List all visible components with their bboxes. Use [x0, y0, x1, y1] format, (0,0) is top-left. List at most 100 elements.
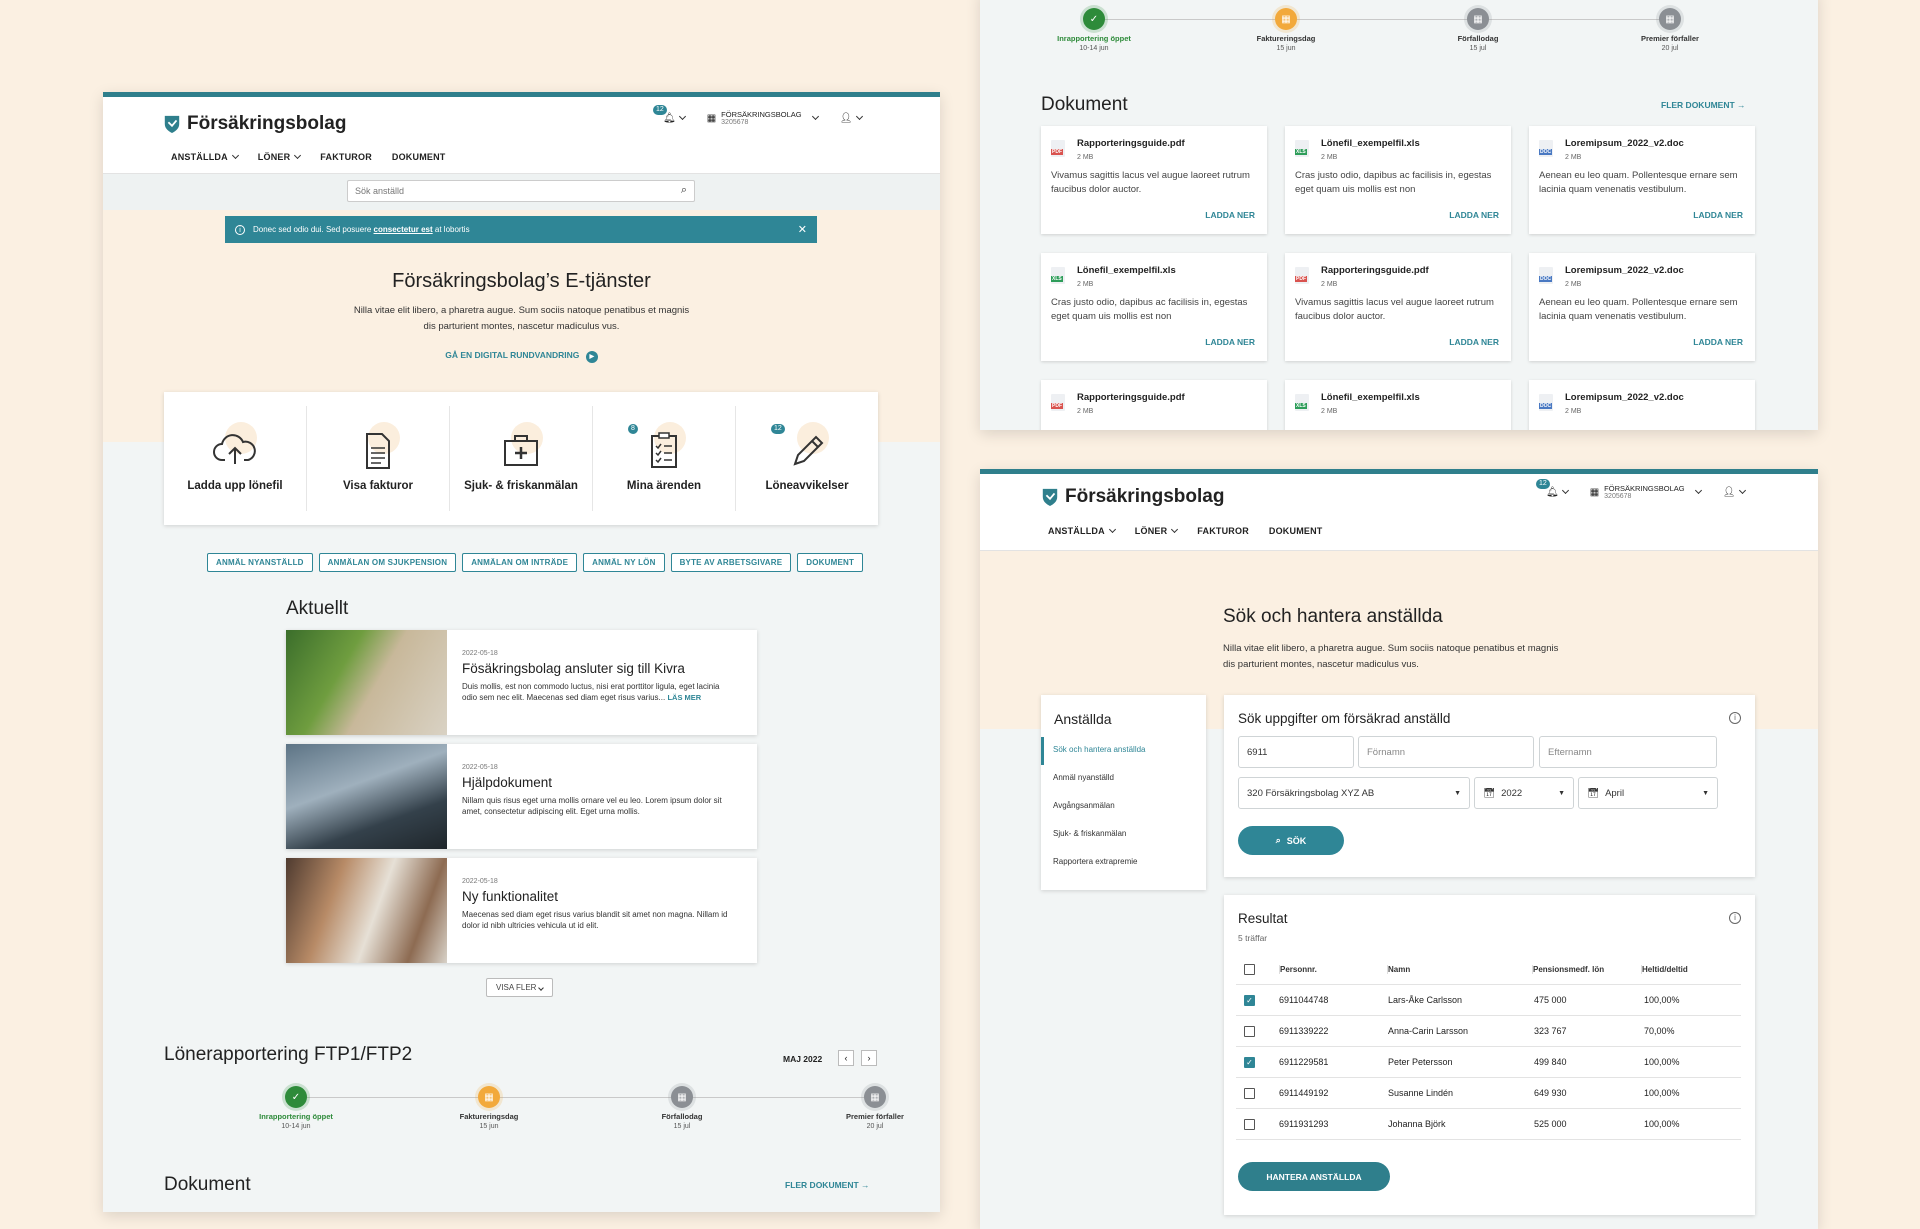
download-link[interactable]: LADDA NER [1449, 337, 1499, 347]
service-tile[interactable]: 12 Löneavvikelser [735, 406, 878, 511]
document-card[interactable]: PDF Rapporteringsguide.pdf 2 MB Vivamus sag… [1285, 253, 1511, 361]
table-row[interactable]: 6911339222 Anna-Carin Larsson 323 767 70,00… [1236, 1016, 1741, 1047]
notifications-button[interactable]: 12 🔔︎ [1536, 478, 1569, 498]
table-row[interactable]: 6911931293 Johanna Björk 525 000 100,00% [1236, 1109, 1741, 1140]
first-name-field[interactable]: Förnamn [1358, 736, 1534, 768]
documents-window: Dokument FLER DOKUMENT → PDF Rapportering… [980, 0, 1818, 430]
last-name-field[interactable]: Efternamn [1539, 736, 1717, 768]
notifications-button[interactable]: 12 🔔︎ [653, 104, 686, 124]
user-menu-button[interactable]: 👤︎ [840, 113, 864, 124]
more-documents-link[interactable]: FLER DOKUMENT → [1661, 100, 1746, 110]
personnummer-field[interactable]: 6911 [1238, 736, 1354, 768]
download-link[interactable]: LADDA NER [1205, 210, 1255, 220]
quick-link-button[interactable]: ANMÄLAN OM INTRÄDE [462, 553, 578, 572]
select-all-checkbox[interactable] [1244, 963, 1255, 975]
nav-loner[interactable]: LÖNER [1135, 525, 1179, 536]
column-header[interactable]: Namn [1387, 964, 1532, 974]
timeline-line [296, 1097, 875, 1098]
file-doc-icon: DOC [1539, 267, 1553, 284]
row-checkbox[interactable]: ✓ [1244, 1056, 1255, 1068]
nav-fakturor[interactable]: FAKTUROR [1197, 526, 1249, 536]
main-nav: ANSTÄLLDA LÖNER FAKTUROR DOKUMENT [1048, 525, 1323, 536]
caret-down-icon: ▼ [1558, 789, 1565, 797]
column-header[interactable]: Personnr. [1279, 964, 1387, 974]
column-header[interactable]: Pensionsmedf. lön [1532, 964, 1641, 974]
brand-logo[interactable]: Försäkringsbolag [163, 113, 346, 135]
news-image [286, 630, 447, 735]
company-select[interactable]: 320 Försäkringsbolag XYZ AB ▼ [1238, 777, 1470, 809]
prev-month-button[interactable]: ‹ [838, 1050, 854, 1066]
search-button[interactable]: ⌕ SÖK [1238, 826, 1344, 855]
table-row[interactable]: 6911449192 Susanne Lindén 649 930 100,00% [1236, 1078, 1741, 1109]
service-tile[interactable]: Visa fakturor [306, 406, 449, 511]
organization-switcher[interactable]: ▦ FÖRSÄKRINGSBOLAG 3205678 [707, 110, 819, 126]
document-card[interactable]: DOC Loremipsum_2022_v2.doc 2 MB Aenean eu l… [1529, 253, 1755, 361]
info-icon[interactable]: i [1729, 712, 1741, 724]
timeline-step: ▦ Premier förfaller 20 jul [1610, 8, 1730, 52]
more-documents-link[interactable]: FLER DOKUMENT → [785, 1180, 870, 1190]
document-size: 2 MB [1077, 408, 1094, 415]
digital-tour-link[interactable]: GÅ EN DIGITAL RUNDVANDRING ▶ [103, 350, 940, 363]
sidebar-item[interactable]: Avgångsanmälan [1041, 793, 1206, 821]
service-tile[interactable]: Sjuk- & friskanmälan [449, 406, 592, 511]
nav-anstallda[interactable]: ANSTÄLLDA [171, 151, 239, 162]
document-name: Lönefil_exempelfil.xls [1077, 265, 1176, 276]
search-icon[interactable]: ⌕ [681, 184, 687, 197]
news-item[interactable]: 2022-05-18 Hjälpdokument Nillam quis risus… [286, 744, 757, 849]
download-link[interactable]: LADDA NER [1693, 337, 1743, 347]
sidebar-item[interactable]: Sök och hantera anställda [1041, 737, 1206, 765]
download-link[interactable]: LADDA NER [1449, 210, 1499, 220]
document-card[interactable]: XLS Lönefil_exempelfil.xls 2 MB Cras justo … [1285, 126, 1511, 234]
month-select[interactable]: 📅︎ April ▼ [1578, 777, 1718, 809]
table-row[interactable]: ✓ 6911044748 Lars-Åke Carlsson 475 000 100,0… [1236, 985, 1741, 1016]
next-month-button[interactable]: › [861, 1050, 877, 1066]
document-card[interactable]: XLS Lönefil_exempelfil.xls 2 MB Cras justo … [1041, 253, 1267, 361]
info-icon[interactable]: i [1729, 912, 1741, 924]
document-card[interactable]: PDF Rapporteringsguide.pdf 2 MB Vivamus sag… [1041, 126, 1267, 234]
quick-link-button[interactable]: DOKUMENT [797, 553, 864, 572]
column-header[interactable]: Heltid/deltid [1641, 964, 1736, 974]
news-item[interactable]: 2022-05-18 Ny funktionalitet Maecenas sed … [286, 858, 757, 963]
download-link[interactable]: LADDA NER [1205, 337, 1255, 347]
year-select[interactable]: 📅︎ 2022 ▼ [1474, 777, 1574, 809]
row-checkbox[interactable] [1244, 1118, 1255, 1130]
clipboard-icon [651, 431, 677, 468]
user-menu-button[interactable]: 👤︎ [1723, 487, 1747, 498]
step-date: 20 jul [1661, 45, 1679, 52]
nav-anstallda[interactable]: ANSTÄLLDA [1048, 525, 1116, 536]
service-tile[interactable]: Ladda upp lönefil [164, 406, 306, 511]
quick-link-button[interactable]: ANMÄL NY LÖN [583, 553, 665, 572]
row-checkbox[interactable]: ✓ [1244, 994, 1255, 1006]
quick-link-button[interactable]: BYTE AV ARBETSGIVARE [670, 553, 792, 572]
row-checkbox[interactable] [1244, 1025, 1255, 1037]
service-tile[interactable]: 8 Mina ärenden [592, 406, 735, 511]
quick-link-button[interactable]: ANMÄLAN OM SJUKPENSION [318, 553, 457, 572]
sidebar-item[interactable]: Sjuk- & friskanmälan [1041, 821, 1206, 849]
table-row[interactable]: ✓ 6911229581 Peter Petersson 499 840 100,00% [1236, 1047, 1741, 1078]
sidebar-item[interactable]: Anmäl nyanställd [1041, 765, 1206, 793]
search-input[interactable]: Sök anställd ⌕ [347, 180, 695, 202]
nav-dokument[interactable]: DOKUMENT [392, 152, 446, 162]
document-name: Lönefil_exempelfil.xls [1321, 392, 1420, 403]
read-more-link[interactable]: LÄS MER [667, 693, 701, 702]
nav-loner[interactable]: LÖNER [258, 151, 302, 162]
document-card[interactable]: DOC Loremipsum_2022_v2.doc 2 MB [1529, 380, 1755, 430]
organization-switcher[interactable]: ▦ FÖRSÄKRINGSBOLAG 3205678 [1590, 484, 1702, 500]
row-checkbox[interactable] [1244, 1087, 1255, 1099]
sidebar-item[interactable]: Rapportera extrapremie [1041, 849, 1206, 877]
manage-employees-button[interactable]: HANTERA ANSTÄLLDA [1238, 1162, 1390, 1191]
nav-dokument[interactable]: DOKUMENT [1269, 526, 1323, 536]
document-card[interactable]: PDF Rapporteringsguide.pdf 2 MB [1041, 380, 1267, 430]
document-size: 2 MB [1565, 281, 1582, 288]
show-more-button[interactable]: VISA FLER [486, 978, 553, 997]
close-icon[interactable]: ✕ [798, 223, 807, 236]
alert-link[interactable]: consectetur est [374, 225, 433, 234]
cell-salary: 649 930 [1534, 1088, 1567, 1098]
nav-fakturor[interactable]: FAKTUROR [320, 152, 372, 162]
quick-link-button[interactable]: ANMÄL NYANSTÄLLD [207, 553, 313, 572]
news-item[interactable]: 2022-05-18 Fösäkringsbolag ansluter sig t… [286, 630, 757, 735]
document-card[interactable]: XLS Lönefil_exempelfil.xls 2 MB [1285, 380, 1511, 430]
document-card[interactable]: DOC Loremipsum_2022_v2.doc 2 MB Aenean eu l… [1529, 126, 1755, 234]
download-link[interactable]: LADDA NER [1693, 210, 1743, 220]
brand-logo[interactable]: Försäkringsbolag [1041, 486, 1224, 508]
